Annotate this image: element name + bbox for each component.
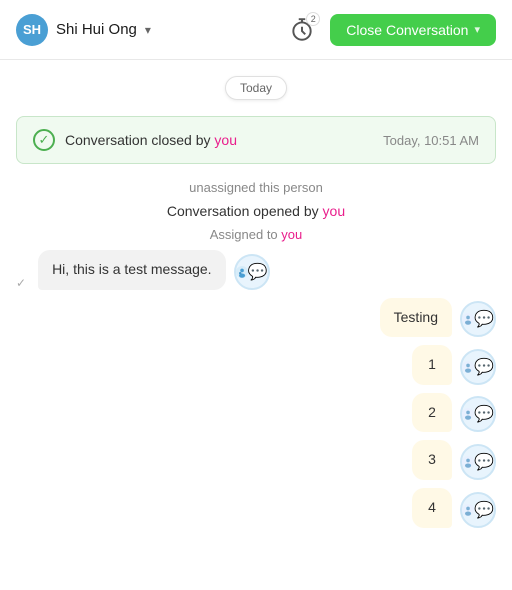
user-selector[interactable]: SH Shi Hui Ong ▾ xyxy=(16,14,151,46)
message-text: 2 xyxy=(428,404,436,420)
assigned-you: you xyxy=(281,227,302,242)
chat-badge: 💬 xyxy=(474,500,494,520)
chat-badge: 💬 xyxy=(474,452,494,472)
closed-you-link: you xyxy=(214,132,237,148)
message-text: 4 xyxy=(428,499,436,515)
header: SH Shi Hui Ong ▾ 2 Close Conversation ▾ xyxy=(0,0,512,60)
activity-assigned: Assigned to you xyxy=(16,227,496,242)
activity-unassigned: unassigned this person xyxy=(16,180,496,195)
chat-badge: 💬 xyxy=(248,262,268,282)
avatar: 💬 xyxy=(460,444,496,480)
closed-notice: ✓ Conversation closed by you Today, 10:5… xyxy=(16,116,496,164)
table-row: Testing 💬 xyxy=(16,298,496,338)
header-actions: 2 Close Conversation ▾ xyxy=(286,14,496,46)
close-conversation-button[interactable]: Close Conversation ▾ xyxy=(330,14,496,46)
message-bubble: 3 xyxy=(412,440,452,480)
message-bubble: Testing xyxy=(380,298,452,338)
messages-area: ✓ Hi, this is a test message. 💬 Testing xyxy=(16,250,496,528)
avatar: 💬 xyxy=(460,301,496,337)
message-bubble: 2 xyxy=(412,393,452,433)
chat-badge: 💬 xyxy=(474,309,494,329)
message-text: Testing xyxy=(394,309,438,325)
timer-icon[interactable]: 2 xyxy=(286,14,318,46)
user-name: Shi Hui Ong xyxy=(56,21,137,38)
avatar: 💬 xyxy=(234,254,270,290)
message-text: 3 xyxy=(428,451,436,467)
closed-text-prefix: Conversation closed by xyxy=(65,132,214,148)
table-row: 3 💬 xyxy=(16,440,496,480)
activity-opened: Conversation opened by you xyxy=(16,203,496,219)
closed-notice-left: ✓ Conversation closed by you xyxy=(33,129,237,151)
avatar: 💬 xyxy=(460,492,496,528)
check-mark-icon: ✓ xyxy=(16,276,26,290)
assigned-text: Assigned to xyxy=(210,227,282,242)
table-row: ✓ Hi, this is a test message. 💬 xyxy=(16,250,496,290)
chat-area: Today ✓ Conversation closed by you Today… xyxy=(0,60,512,590)
close-btn-label: Close Conversation xyxy=(346,22,468,38)
message-text: Hi, this is a test message. xyxy=(52,261,212,277)
avatar: SH xyxy=(16,14,48,46)
message-bubble: 1 xyxy=(412,345,452,385)
chat-badge: 💬 xyxy=(474,404,494,424)
date-label: Today xyxy=(225,76,287,100)
closed-text: Conversation closed by you xyxy=(65,132,237,148)
unassigned-text: unassigned this person xyxy=(189,180,323,195)
message-text: 1 xyxy=(428,356,436,372)
table-row: 4 💬 xyxy=(16,488,496,528)
table-row: 1 💬 xyxy=(16,345,496,385)
message-bubble: 4 xyxy=(412,488,452,528)
opened-you: you xyxy=(323,203,346,219)
chevron-down-icon: ▾ xyxy=(145,23,151,37)
closed-timestamp: Today, 10:51 AM xyxy=(383,133,479,148)
avatar: 💬 xyxy=(460,349,496,385)
check-icon: ✓ xyxy=(33,129,55,151)
avatar: 💬 xyxy=(460,396,496,432)
chevron-down-icon: ▾ xyxy=(474,23,480,36)
chat-badge: 💬 xyxy=(474,357,494,377)
table-row: 2 💬 xyxy=(16,393,496,433)
opened-text: Conversation opened by xyxy=(167,203,323,219)
timer-badge: 2 xyxy=(306,12,320,26)
date-divider: Today xyxy=(16,76,496,100)
message-bubble: Hi, this is a test message. xyxy=(38,250,226,290)
